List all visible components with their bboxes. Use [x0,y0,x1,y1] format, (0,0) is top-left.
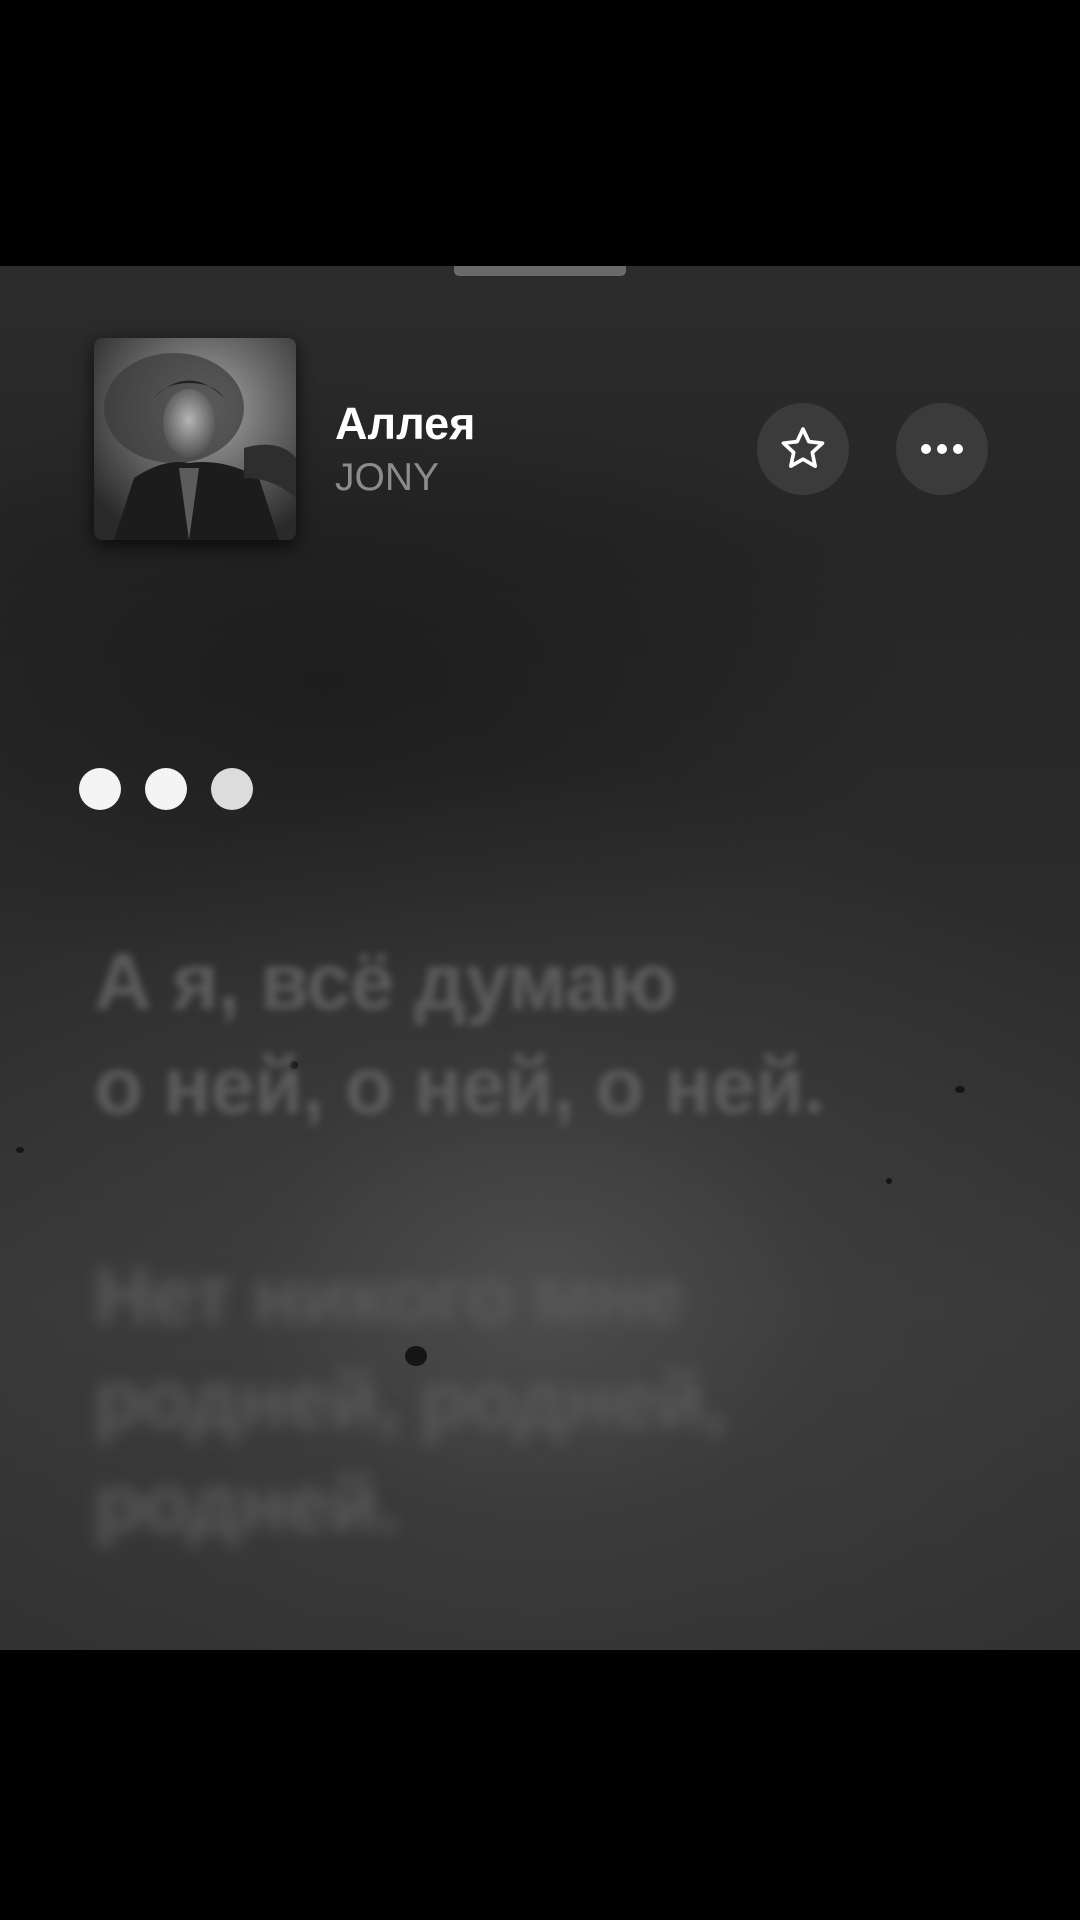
song-title[interactable]: Аллея [335,398,475,450]
screen: Аллея JONY А я, всё думаю о ней, о ней, … [0,0,1080,1920]
dust-speck [16,1147,24,1153]
lyric-line[interactable]: А я, всё думаю о ней, о ней, о ней. [94,930,994,1138]
star-outline-icon [781,427,825,468]
lyric-line[interactable]: Нет никого мне родней, родней, родней. [94,1244,994,1556]
album-artwork-image [94,338,296,540]
album-artwork[interactable] [94,338,296,540]
ellipsis-icon [921,444,963,454]
interlude-dot [145,768,187,810]
dust-speck [886,1178,892,1184]
interlude-dot [79,768,121,810]
favorite-button[interactable] [757,403,849,495]
lyrics-interlude-indicator [79,768,253,810]
song-artist[interactable]: JONY [335,456,439,500]
interlude-dot [211,768,253,810]
sheet-grabber-handle[interactable] [454,266,626,276]
more-options-button[interactable] [896,403,988,495]
